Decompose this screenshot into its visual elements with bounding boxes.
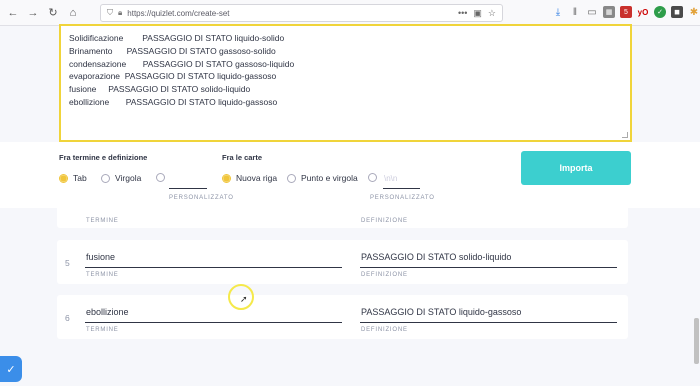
term-input[interactable]: fusione: [86, 252, 115, 262]
pocket-icon[interactable]: ▣: [473, 8, 482, 19]
radio-custom-term[interactable]: [156, 173, 170, 182]
scrollbar-thumb[interactable]: [694, 318, 699, 364]
definition-label: DEFINIZIONE: [361, 327, 408, 333]
shield-icon: ⛉: [107, 8, 113, 17]
custom-term-input[interactable]: [169, 188, 207, 189]
definition-input[interactable]: PASSAGGIO DI STATO liquido-gassoso: [361, 307, 521, 317]
radio-tab-label: Tab: [73, 173, 87, 183]
forward-icon[interactable]: →: [26, 6, 40, 20]
term-label: TERMINE: [86, 272, 119, 278]
extension-yo-icon[interactable]: yO: [637, 6, 649, 18]
radio-dot: [287, 173, 296, 183]
definition-input[interactable]: PASSAGGIO DI STATO solido-liquido: [361, 252, 511, 262]
resize-handle[interactable]: [622, 132, 628, 138]
sidebar-icon[interactable]: ▭: [586, 6, 598, 18]
card-row: TERMINE DEFINIZIONE: [57, 208, 628, 228]
extensions-bar: ⤓ ‖ ▭ ▦ 5 yO ✓ ◼ ✱ ≡: [552, 6, 700, 18]
card-number: 6: [65, 313, 70, 323]
definition-underline: [360, 267, 617, 268]
radio-dot-selected: [59, 173, 68, 183]
term-label: TERMINE: [86, 327, 119, 333]
custom-term-label: PERSONALIZZATO: [169, 195, 234, 201]
page-actions-icon[interactable]: •••: [458, 8, 467, 19]
home-icon[interactable]: ⌂: [66, 6, 80, 20]
custom-cards-placeholder: \n\n: [384, 174, 398, 183]
extension-badge-count: 5: [624, 8, 628, 16]
radio-comma[interactable]: Virgola: [101, 173, 141, 183]
library-icon[interactable]: ‖: [569, 6, 581, 18]
mouse-cursor-icon: ➚: [240, 294, 248, 304]
radio-comma-label: Virgola: [115, 173, 142, 183]
radio-custom-cards[interactable]: [368, 173, 382, 182]
card-row: 6 ebollizione TERMINE PASSAGGIO DI STATO…: [57, 295, 628, 339]
radio-dot: [368, 173, 377, 182]
radio-dot: [156, 173, 165, 182]
radio-semicolon-label: Punto e virgola: [301, 173, 358, 183]
import-line: fusione PASSAGGIO DI STATO solido-liquid…: [69, 84, 251, 95]
term-label: TERMINE: [86, 218, 119, 224]
radio-dot: [101, 173, 110, 183]
custom-cards-input[interactable]: [383, 188, 420, 189]
import-line: evaporazione PASSAGGIO DI STATO liquido-…: [69, 71, 277, 82]
term-underline: [85, 322, 342, 323]
import-line: Solidificazione PASSAGGIO DI STATO liqui…: [69, 33, 285, 43]
term-input[interactable]: ebollizione: [86, 307, 129, 317]
puzzle-icon[interactable]: ✱: [688, 6, 700, 18]
definition-label: DEFINIZIONE: [361, 272, 408, 278]
back-icon[interactable]: ←: [6, 6, 20, 20]
definition-underline: [360, 322, 617, 323]
term-underline: [85, 267, 342, 268]
card-number: 5: [65, 258, 70, 268]
lock-icon: 🔒︎: [118, 8, 123, 17]
import-button[interactable]: Importa: [521, 151, 631, 185]
extension-check-icon[interactable]: ✓: [654, 6, 666, 18]
url-bar[interactable]: ⛉ 🔒︎ https://quizlet.com/create-set ••• …: [100, 4, 503, 22]
import-line: ebollizione PASSAGGIO DI STATO liquido-g…: [69, 96, 278, 107]
import-textarea[interactable]: Solidificazione PASSAGGIO DI STATO liqui…: [59, 24, 632, 142]
screenshot-icon[interactable]: ▦: [603, 6, 615, 18]
custom-cards-label: PERSONALIZZATO: [370, 195, 435, 201]
extension-red-icon[interactable]: 5: [620, 6, 632, 18]
radio-tab[interactable]: Tab: [59, 173, 87, 183]
url-text: https://quizlet.com/create-set: [127, 8, 230, 18]
reload-icon[interactable]: ↻: [46, 6, 60, 20]
cards-separator-title: Fra le carte: [222, 153, 263, 162]
import-line: condensazione PASSAGGIO DI STATO gassoso…: [69, 58, 295, 69]
definition-label: DEFINIZIONE: [361, 218, 408, 224]
term-def-separator-title: Fra termine e definizione: [59, 153, 148, 162]
browser-toolbar: ← → ↻ ⌂ ⛉ 🔒︎ https://quizlet.com/create-…: [0, 0, 700, 26]
security-shield-icon[interactable]: ✓: [0, 356, 22, 382]
radio-newline-label: Nuova riga: [236, 173, 278, 183]
bookmark-star-icon[interactable]: ☆: [488, 8, 496, 19]
radio-semicolon[interactable]: Punto e virgola: [287, 173, 358, 183]
extension-dark-icon[interactable]: ◼: [671, 6, 683, 18]
radio-newline[interactable]: Nuova riga: [222, 173, 277, 183]
download-icon[interactable]: ⤓: [552, 6, 564, 18]
import-line: Brinamento PASSAGGIO DI STATO gassoso-so…: [69, 45, 276, 56]
card-row: 5 fusione TERMINE PASSAGGIO DI STATO sol…: [57, 240, 628, 284]
radio-dot-selected: [222, 173, 231, 183]
